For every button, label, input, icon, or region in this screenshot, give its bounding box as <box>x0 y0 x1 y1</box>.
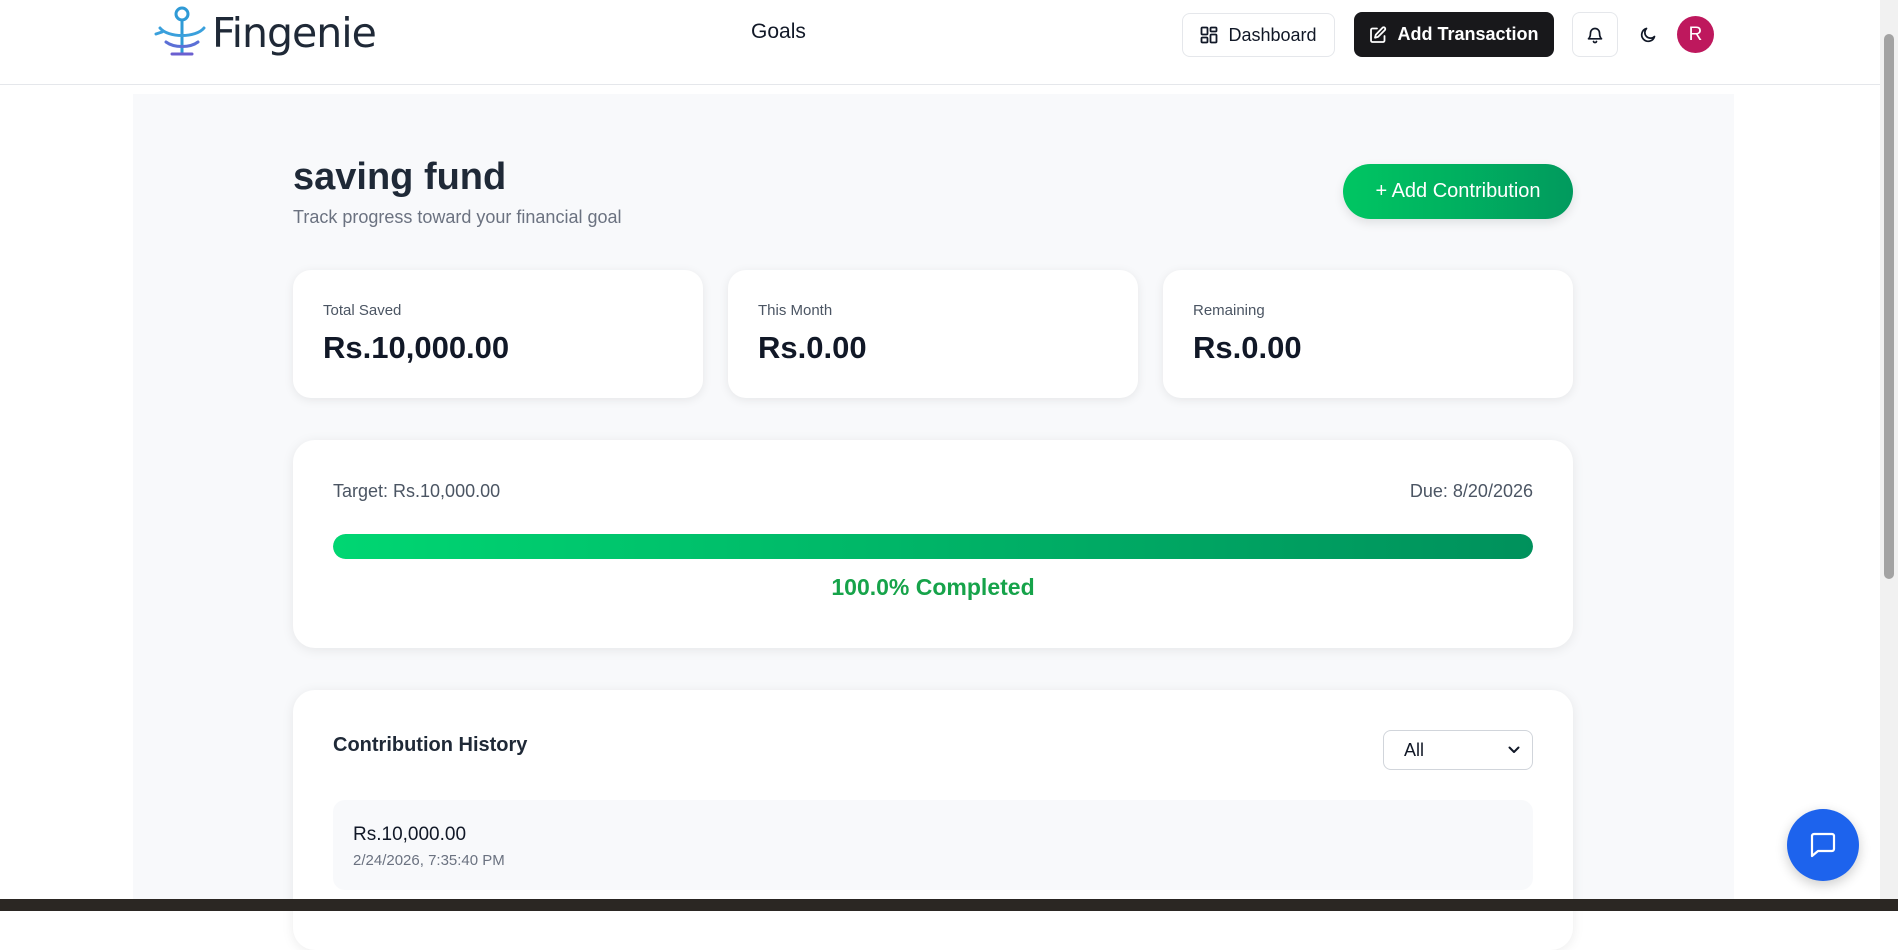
dashboard-grid-icon <box>1201 26 1218 44</box>
stat-card-remaining: Remaining Rs.0.00 <box>1163 270 1573 398</box>
taskbar-edge <box>0 899 1898 911</box>
add-transaction-button[interactable]: Add Transaction <box>1354 12 1554 57</box>
nav-goals-link[interactable]: Goals <box>751 20 806 44</box>
stat-card-this-month: This Month Rs.0.00 <box>728 270 1138 398</box>
stat-card-total-saved: Total Saved Rs.10,000.00 <box>293 270 703 398</box>
stat-value: Rs.0.00 <box>758 330 867 365</box>
add-contribution-button[interactable]: + Add Contribution <box>1343 164 1573 219</box>
goal-due-date: Due: 8/20/2026 <box>1409 481 1533 501</box>
stat-label: This Month <box>758 302 833 319</box>
brand-name: Fingenie <box>212 9 377 57</box>
list-item[interactable]: Rs.10,000.00 2/24/2026, 7:35:40 PM <box>333 800 1533 890</box>
fingenie-logo-icon <box>154 6 206 56</box>
dashboard-button[interactable]: Dashboard <box>1182 13 1335 57</box>
chat-button[interactable] <box>1787 809 1859 881</box>
scrollbar-thumb[interactable] <box>1884 34 1894 579</box>
brand-logo[interactable]: Fingenie <box>154 4 377 62</box>
page-scrollbar[interactable] <box>1880 0 1898 900</box>
history-title: Contribution History <box>333 734 528 756</box>
progress-completed-text: 100.0% Completed <box>831 574 1035 600</box>
goal-target: Target: Rs.10,000.00 <box>333 481 501 501</box>
progress-bar-track <box>333 534 1533 559</box>
contribution-history-card: Contribution History All Rs.10,000.00 2/… <box>293 690 1573 950</box>
dashboard-button-label: Dashboard <box>1228 24 1317 45</box>
moon-icon <box>1640 27 1656 43</box>
goal-subtitle: Track progress toward your financial goa… <box>293 207 622 227</box>
goal-detail-panel: saving fund Track progress toward your f… <box>133 94 1734 950</box>
edit-icon <box>1370 25 1387 43</box>
stat-value: Rs.10,000.00 <box>323 330 510 365</box>
progress-bar-fill <box>333 534 1533 559</box>
chevron-down-icon <box>1508 746 1520 753</box>
goal-progress-card: Target: Rs.10,000.00 Due: 8/20/2026 100.… <box>293 440 1573 648</box>
notifications-button[interactable] <box>1572 12 1618 57</box>
bell-icon <box>1587 27 1603 43</box>
contribution-amount: Rs.10,000.00 <box>353 824 467 845</box>
theme-toggle-button[interactable] <box>1634 21 1662 49</box>
goal-title: saving fund <box>293 156 507 198</box>
top-navbar: Fingenie Goals Dashboard Add Transaction… <box>0 0 1880 85</box>
history-filter-select[interactable]: All <box>1383 730 1533 770</box>
stat-label: Total Saved <box>323 302 402 319</box>
chat-bubble-icon <box>1810 832 1836 858</box>
add-transaction-label: Add Transaction <box>1397 24 1539 44</box>
user-avatar[interactable]: R <box>1677 16 1714 53</box>
history-filter-value: All <box>1404 739 1425 760</box>
stat-label: Remaining <box>1193 302 1265 319</box>
contribution-date: 2/24/2026, 7:35:40 PM <box>353 852 505 869</box>
stat-value: Rs.0.00 <box>1193 330 1302 365</box>
